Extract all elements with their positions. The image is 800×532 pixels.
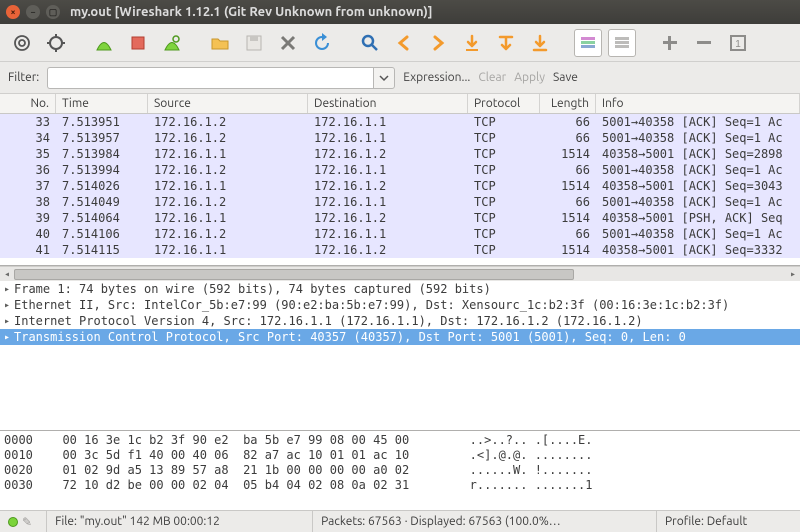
status-profile[interactable]: Profile: Default: [656, 511, 796, 532]
window-controls: × − ▢: [6, 5, 60, 19]
apply-button[interactable]: Apply: [514, 71, 545, 84]
packet-list-pane[interactable]: No. Time Source Destination Protocol Len…: [0, 94, 800, 266]
packet-row[interactable]: 387.514049172.16.1.2172.16.1.1TCP665001→…: [0, 194, 800, 210]
packet-row[interactable]: 407.514106172.16.1.2172.16.1.1TCP665001→…: [0, 226, 800, 242]
detail-row-frame[interactable]: ▸Frame 1: 74 bytes on wire (592 bits), 7…: [0, 281, 800, 297]
save-filter-button[interactable]: Save: [553, 71, 578, 84]
expand-icon[interactable]: ▸: [4, 300, 14, 311]
scroll-thumb[interactable]: [14, 269, 574, 280]
packet-list-hscrollbar[interactable]: ◂ ▸: [0, 266, 800, 281]
capture-comment-icon[interactable]: ✎: [22, 515, 32, 529]
minimize-window-button[interactable]: −: [26, 5, 40, 19]
main-toolbar: 1: [0, 24, 800, 62]
packet-row[interactable]: 357.513984172.16.1.1172.16.1.2TCP1514403…: [0, 146, 800, 162]
scroll-right-icon[interactable]: ▸: [786, 267, 800, 281]
go-to-packet-button[interactable]: [458, 29, 486, 57]
status-bar: ✎ File: "my.out" 142 MB 00:00:12 Packets…: [0, 510, 800, 532]
col-header-length[interactable]: Length: [540, 94, 596, 113]
col-header-info[interactable]: Info: [596, 94, 800, 113]
detail-row-ip[interactable]: ▸Internet Protocol Version 4, Src: 172.1…: [0, 313, 800, 329]
open-file-button[interactable]: [206, 29, 234, 57]
options-button[interactable]: [42, 29, 70, 57]
packet-row[interactable]: 337.513951172.16.1.2172.16.1.1TCP665001→…: [0, 114, 800, 130]
go-forward-button[interactable]: [424, 29, 452, 57]
packet-details-pane[interactable]: ▸Frame 1: 74 bytes on wire (592 bits), 7…: [0, 281, 800, 431]
packet-row[interactable]: 347.513957172.16.1.2172.16.1.1TCP665001→…: [0, 130, 800, 146]
packet-row[interactable]: 397.514064172.16.1.1172.16.1.2TCP1514403…: [0, 210, 800, 226]
status-packets: Packets: 67563 · Displayed: 67563 (100.0…: [312, 511, 650, 532]
detail-row-tcp[interactable]: ▸Transmission Control Protocol, Src Port…: [0, 329, 800, 345]
packet-list-header[interactable]: No. Time Source Destination Protocol Len…: [0, 94, 800, 114]
window-titlebar: × − ▢ my.out [Wireshark 1.12.1 (Git Rev …: [0, 0, 800, 24]
expand-icon[interactable]: ▸: [4, 316, 14, 327]
zoom-reset-button[interactable]: 1: [724, 29, 752, 57]
maximize-window-button[interactable]: ▢: [46, 5, 60, 19]
col-header-source[interactable]: Source: [148, 94, 308, 113]
filter-label: Filter:: [8, 71, 39, 84]
zoom-in-button[interactable]: [656, 29, 684, 57]
go-first-button[interactable]: [492, 29, 520, 57]
packet-row[interactable]: 367.513994172.16.1.2172.16.1.1TCP665001→…: [0, 162, 800, 178]
scroll-left-icon[interactable]: ◂: [0, 267, 14, 281]
hex-row[interactable]: 0000 00 16 3e 1c b2 3f 90 e2 ba 5b e7 99…: [0, 433, 800, 448]
close-file-button[interactable]: [274, 29, 302, 57]
clear-button[interactable]: Clear: [478, 71, 506, 84]
col-header-time[interactable]: Time: [56, 94, 148, 113]
save-file-button[interactable]: [240, 29, 268, 57]
col-header-destination[interactable]: Destination: [308, 94, 468, 113]
expert-led-icon: [8, 517, 18, 527]
expand-icon[interactable]: ▸: [4, 332, 14, 343]
col-header-protocol[interactable]: Protocol: [468, 94, 540, 113]
restart-capture-button[interactable]: [158, 29, 186, 57]
window-title: my.out [Wireshark 1.12.1 (Git Rev Unknow…: [70, 5, 433, 19]
expand-icon[interactable]: ▸: [4, 284, 14, 295]
status-file: File: "my.out" 142 MB 00:00:12: [46, 511, 306, 532]
expression-button[interactable]: Expression...: [403, 71, 470, 84]
filter-toolbar: Filter: Expression... Clear Apply Save: [0, 62, 800, 94]
go-back-button[interactable]: [390, 29, 418, 57]
hex-row[interactable]: 0020 01 02 9d a5 13 89 57 a8 21 1b 00 00…: [0, 463, 800, 478]
auto-scroll-button[interactable]: [608, 29, 636, 57]
expert-info-button[interactable]: ✎: [4, 511, 40, 532]
reload-button[interactable]: [308, 29, 336, 57]
interfaces-button[interactable]: [8, 29, 36, 57]
svg-text:1: 1: [735, 39, 741, 50]
hex-row[interactable]: 0030 72 10 d2 be 00 00 02 04 05 b4 04 02…: [0, 478, 800, 493]
colorize-button[interactable]: [574, 29, 602, 57]
start-capture-button[interactable]: [90, 29, 118, 57]
find-button[interactable]: [356, 29, 384, 57]
zoom-out-button[interactable]: [690, 29, 718, 57]
close-window-button[interactable]: ×: [6, 5, 20, 19]
col-header-no[interactable]: No.: [0, 94, 56, 113]
filter-input[interactable]: [47, 67, 373, 89]
packet-bytes-pane[interactable]: 0000 00 16 3e 1c b2 3f 90 e2 ba 5b e7 99…: [0, 431, 800, 510]
packet-row[interactable]: 377.514026172.16.1.1172.16.1.2TCP1514403…: [0, 178, 800, 194]
packet-row[interactable]: 417.514115172.16.1.1172.16.1.2TCP1514403…: [0, 242, 800, 258]
filter-dropdown-button[interactable]: [373, 67, 395, 89]
go-last-button[interactable]: [526, 29, 554, 57]
hex-row[interactable]: 0010 00 3c 5d f1 40 00 40 06 82 a7 ac 10…: [0, 448, 800, 463]
detail-row-ethernet[interactable]: ▸Ethernet II, Src: IntelCor_5b:e7:99 (90…: [0, 297, 800, 313]
stop-capture-button[interactable]: [124, 29, 152, 57]
